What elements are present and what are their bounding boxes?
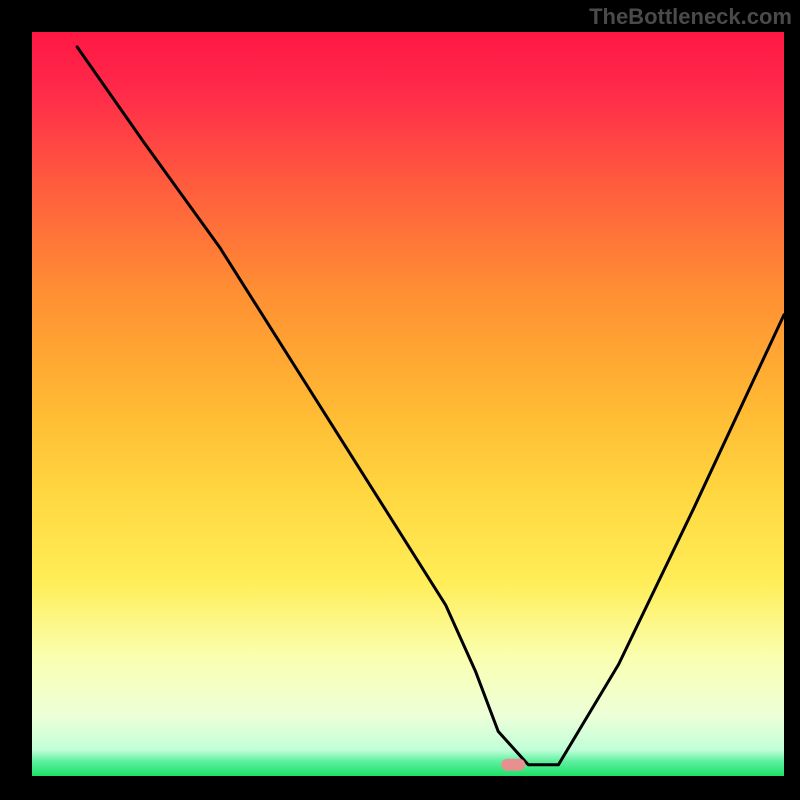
chart-container (0, 0, 800, 800)
chart-svg (0, 0, 800, 800)
optimal-marker (501, 759, 525, 771)
watermark: TheBottleneck.com (589, 4, 792, 30)
